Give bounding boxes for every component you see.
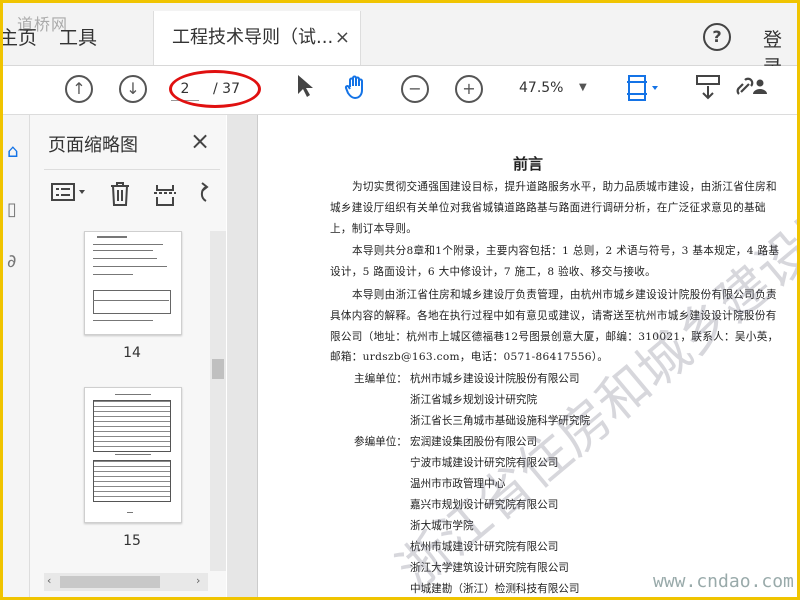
thumbnail-options-icon[interactable]	[50, 181, 90, 208]
thumbnail-panel: 页面缩略图 × 14 15 ‹ ›	[30, 115, 226, 597]
zoom-dropdown-icon[interactable]: ▼	[579, 82, 587, 93]
previous-page-icon[interactable]: ↑	[65, 75, 93, 103]
thumbnail-list: 14 15	[44, 231, 208, 571]
chief-unit: 杭州市城乡建设设计院股份有限公司	[410, 373, 580, 385]
panel-divider	[44, 169, 220, 170]
thumbnail-page-15[interactable]	[84, 387, 182, 523]
participant-label: 参编单位：	[354, 436, 407, 448]
delete-page-icon[interactable]	[108, 181, 132, 212]
paragraph-1: 为切实贯彻交通强国建设目标，提升道路服务水平，助力品质城市建设，由浙江省住房和城…	[330, 181, 777, 235]
tab-home[interactable]: 主页	[3, 17, 37, 65]
share-link-icon[interactable]	[735, 74, 767, 106]
rotate-page-icon[interactable]	[194, 181, 210, 212]
next-page-icon[interactable]: ↓	[119, 75, 147, 103]
chief-unit: 浙江省城乡规划设计研究院	[410, 394, 538, 406]
scroll-right-icon[interactable]: ›	[196, 574, 200, 587]
thumbnail-page-14[interactable]	[84, 231, 182, 335]
thumbnail-page-label: 15	[123, 533, 141, 549]
hand-tool-icon[interactable]	[343, 74, 369, 106]
scroll-left-icon[interactable]: ‹	[47, 574, 51, 587]
site-watermark: www.cndao.com	[653, 571, 794, 592]
zoom-level[interactable]: 47.5%	[519, 80, 563, 96]
left-navigation-rail: ⌂ ▯ ∂	[3, 115, 30, 597]
pages-panel-icon[interactable]: ⌂	[7, 141, 18, 162]
zoom-out-icon[interactable]: −	[401, 75, 429, 103]
attachment-icon[interactable]: ∂	[7, 251, 16, 272]
document-viewport[interactable]: 前言 为切实贯彻交通强国建设目标，提升道路服务水平，助力品质城市建设，由浙江省住…	[227, 115, 797, 597]
horizontal-scroll-thumb[interactable]	[60, 576, 160, 588]
page-fit-icon[interactable]	[625, 74, 659, 108]
select-cursor-icon[interactable]	[295, 74, 315, 104]
scroll-mode-icon[interactable]	[695, 74, 721, 106]
toolbar: ↑ ↓ 2 / 37 − + 47.5% ▼	[3, 66, 797, 115]
bookmark-icon[interactable]: ▯	[7, 199, 17, 220]
app-window: 道桥网 主页 工具 工程技术导则（试... × ? 登录 ↑ ↓ 2 / 37 …	[3, 3, 797, 597]
document-page: 前言 为切实贯彻交通强国建设目标，提升道路服务水平，助力品质城市建设，由浙江省住…	[257, 115, 797, 597]
zoom-in-icon[interactable]: +	[455, 75, 483, 103]
close-panel-icon[interactable]: ×	[190, 127, 210, 155]
tab-document-label: 工程技术导则（试...	[172, 27, 334, 48]
thumbnail-page-label: 14	[123, 345, 141, 361]
thumbnail-horizontal-scrollbar[interactable]: ‹ ›	[44, 573, 208, 591]
panel-title: 页面缩略图	[48, 135, 138, 156]
extract-page-icon[interactable]	[152, 181, 178, 212]
tab-document[interactable]: 工程技术导则（试... ×	[153, 11, 361, 65]
panel-toolbar	[44, 175, 220, 215]
help-icon[interactable]: ?	[703, 23, 731, 51]
document-heading: 前言	[512, 155, 543, 173]
tab-close-icon[interactable]: ×	[335, 11, 350, 65]
vertical-scroll-thumb[interactable]	[212, 359, 224, 379]
tab-tools[interactable]: 工具	[59, 17, 97, 65]
annotation-ellipse	[169, 70, 261, 108]
thumbnail-vertical-scrollbar[interactable]	[210, 231, 226, 571]
tab-bar: 道桥网 主页 工具 工程技术导则（试... × ? 登录	[3, 3, 797, 78]
chief-editor-label: 主编单位：	[354, 373, 407, 385]
